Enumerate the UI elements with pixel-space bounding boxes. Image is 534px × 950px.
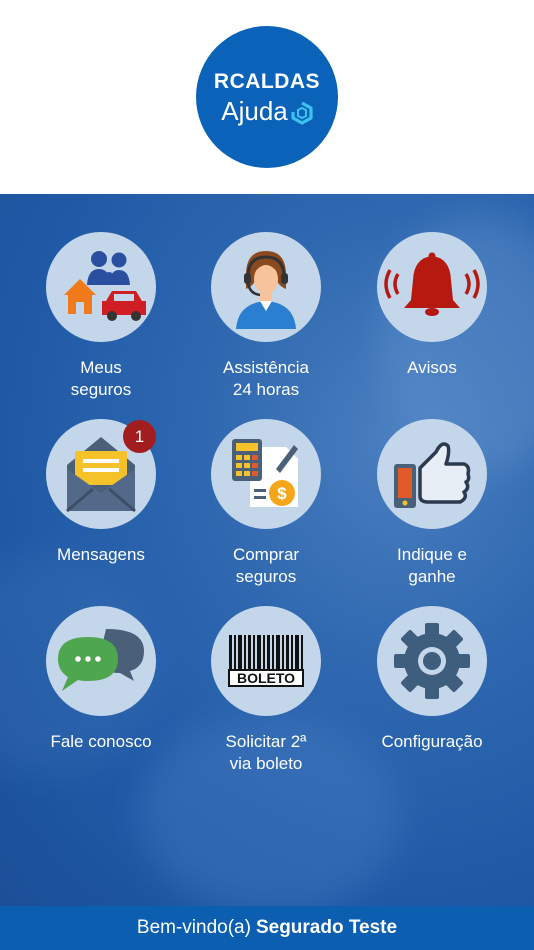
menu-area: Meus seguros Assistência 24 horas Avisos… xyxy=(0,194,534,906)
menu-icon-circle xyxy=(377,232,487,342)
logo-brand-text: RCALDAS xyxy=(213,69,321,93)
menu-icon-circle: $ xyxy=(211,419,321,529)
gear-icon xyxy=(394,623,470,699)
greeting-text: Bem-vindo(a) xyxy=(136,917,251,938)
menu-label: seguros xyxy=(70,380,132,399)
logo-sub-text: Ajuda xyxy=(221,95,288,126)
menu-label: Comprar xyxy=(232,545,300,564)
menu-icon-circle: BOLETO xyxy=(211,606,321,716)
menu-label: Fale conosco xyxy=(50,732,152,751)
family-home-car-icon xyxy=(64,251,146,321)
user-name: Segurado Teste xyxy=(255,917,398,938)
boleto-label: BOLETO xyxy=(237,670,295,686)
alarm-bell-icon xyxy=(384,252,480,316)
menu-item-mensagens[interactable]: 1 Mensagens xyxy=(16,419,186,566)
menu-label: 24 horas xyxy=(232,380,300,399)
welcome-footer: Bem-vindo(a) Segurado Teste xyxy=(0,906,534,950)
menu-icon-circle xyxy=(46,232,156,342)
menu-label: Mensagens xyxy=(57,545,145,564)
menu-label: Meus xyxy=(80,358,122,377)
menu-item-avisos[interactable]: Avisos xyxy=(347,232,517,379)
menu-label: seguros xyxy=(235,567,297,586)
menu-icon-circle xyxy=(377,606,487,716)
app-header: RCALDAS Ajuda xyxy=(0,0,534,194)
barcode-boleto-icon: BOLETO xyxy=(228,635,304,687)
menu-icon-circle xyxy=(46,606,156,716)
menu-item-solicitar-boleto[interactable]: BOLETO Solicitar 2ª via boleto xyxy=(181,606,351,775)
unread-count-badge: 1 xyxy=(123,420,156,453)
menu-label: Configuração xyxy=(381,732,483,751)
menu-label: Avisos xyxy=(407,358,457,377)
app-logo: RCALDAS Ajuda xyxy=(196,26,338,168)
thumbs-up-icon xyxy=(394,442,471,508)
menu-icon-circle: 1 xyxy=(46,419,156,529)
svg-text:$: $ xyxy=(277,484,287,503)
menu-icon-circle xyxy=(377,419,487,529)
menu-item-assistencia[interactable]: Assistência 24 horas xyxy=(181,232,351,401)
menu-icon-circle xyxy=(211,232,321,342)
menu-label: Assistência xyxy=(223,358,309,377)
menu-item-comprar-seguros[interactable]: $ Comprar seguros xyxy=(181,419,351,588)
menu-label: ganhe xyxy=(408,567,456,586)
calculator-document-icon: $ xyxy=(232,439,298,507)
menu-label: Indique e xyxy=(397,545,467,564)
menu-item-configuracao[interactable]: Configuração xyxy=(347,606,517,753)
menu-label: via boleto xyxy=(229,754,303,773)
chat-bubbles-icon xyxy=(58,629,144,691)
menu-item-fale-conosco[interactable]: Fale conosco xyxy=(16,606,186,753)
logo-mark-icon xyxy=(291,101,313,125)
menu-label: Solicitar 2ª xyxy=(225,732,307,751)
menu-item-indique-e-ganhe[interactable]: Indique e ganhe xyxy=(347,419,517,588)
call-center-agent-icon xyxy=(236,251,296,329)
menu-item-meus-seguros[interactable]: Meus seguros xyxy=(16,232,186,401)
